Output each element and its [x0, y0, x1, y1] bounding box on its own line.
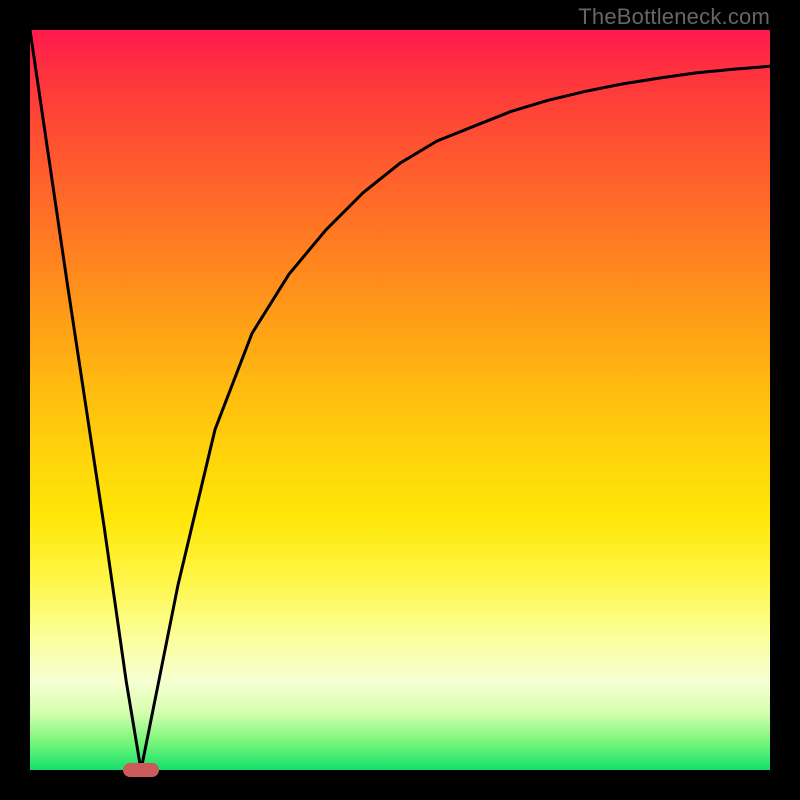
plot-area [30, 30, 770, 770]
chart-frame: TheBottleneck.com [0, 0, 800, 800]
curve-svg [30, 30, 770, 770]
optimal-marker [123, 763, 159, 777]
watermark-text: TheBottleneck.com [578, 4, 770, 30]
bottleneck-curve [30, 30, 770, 770]
